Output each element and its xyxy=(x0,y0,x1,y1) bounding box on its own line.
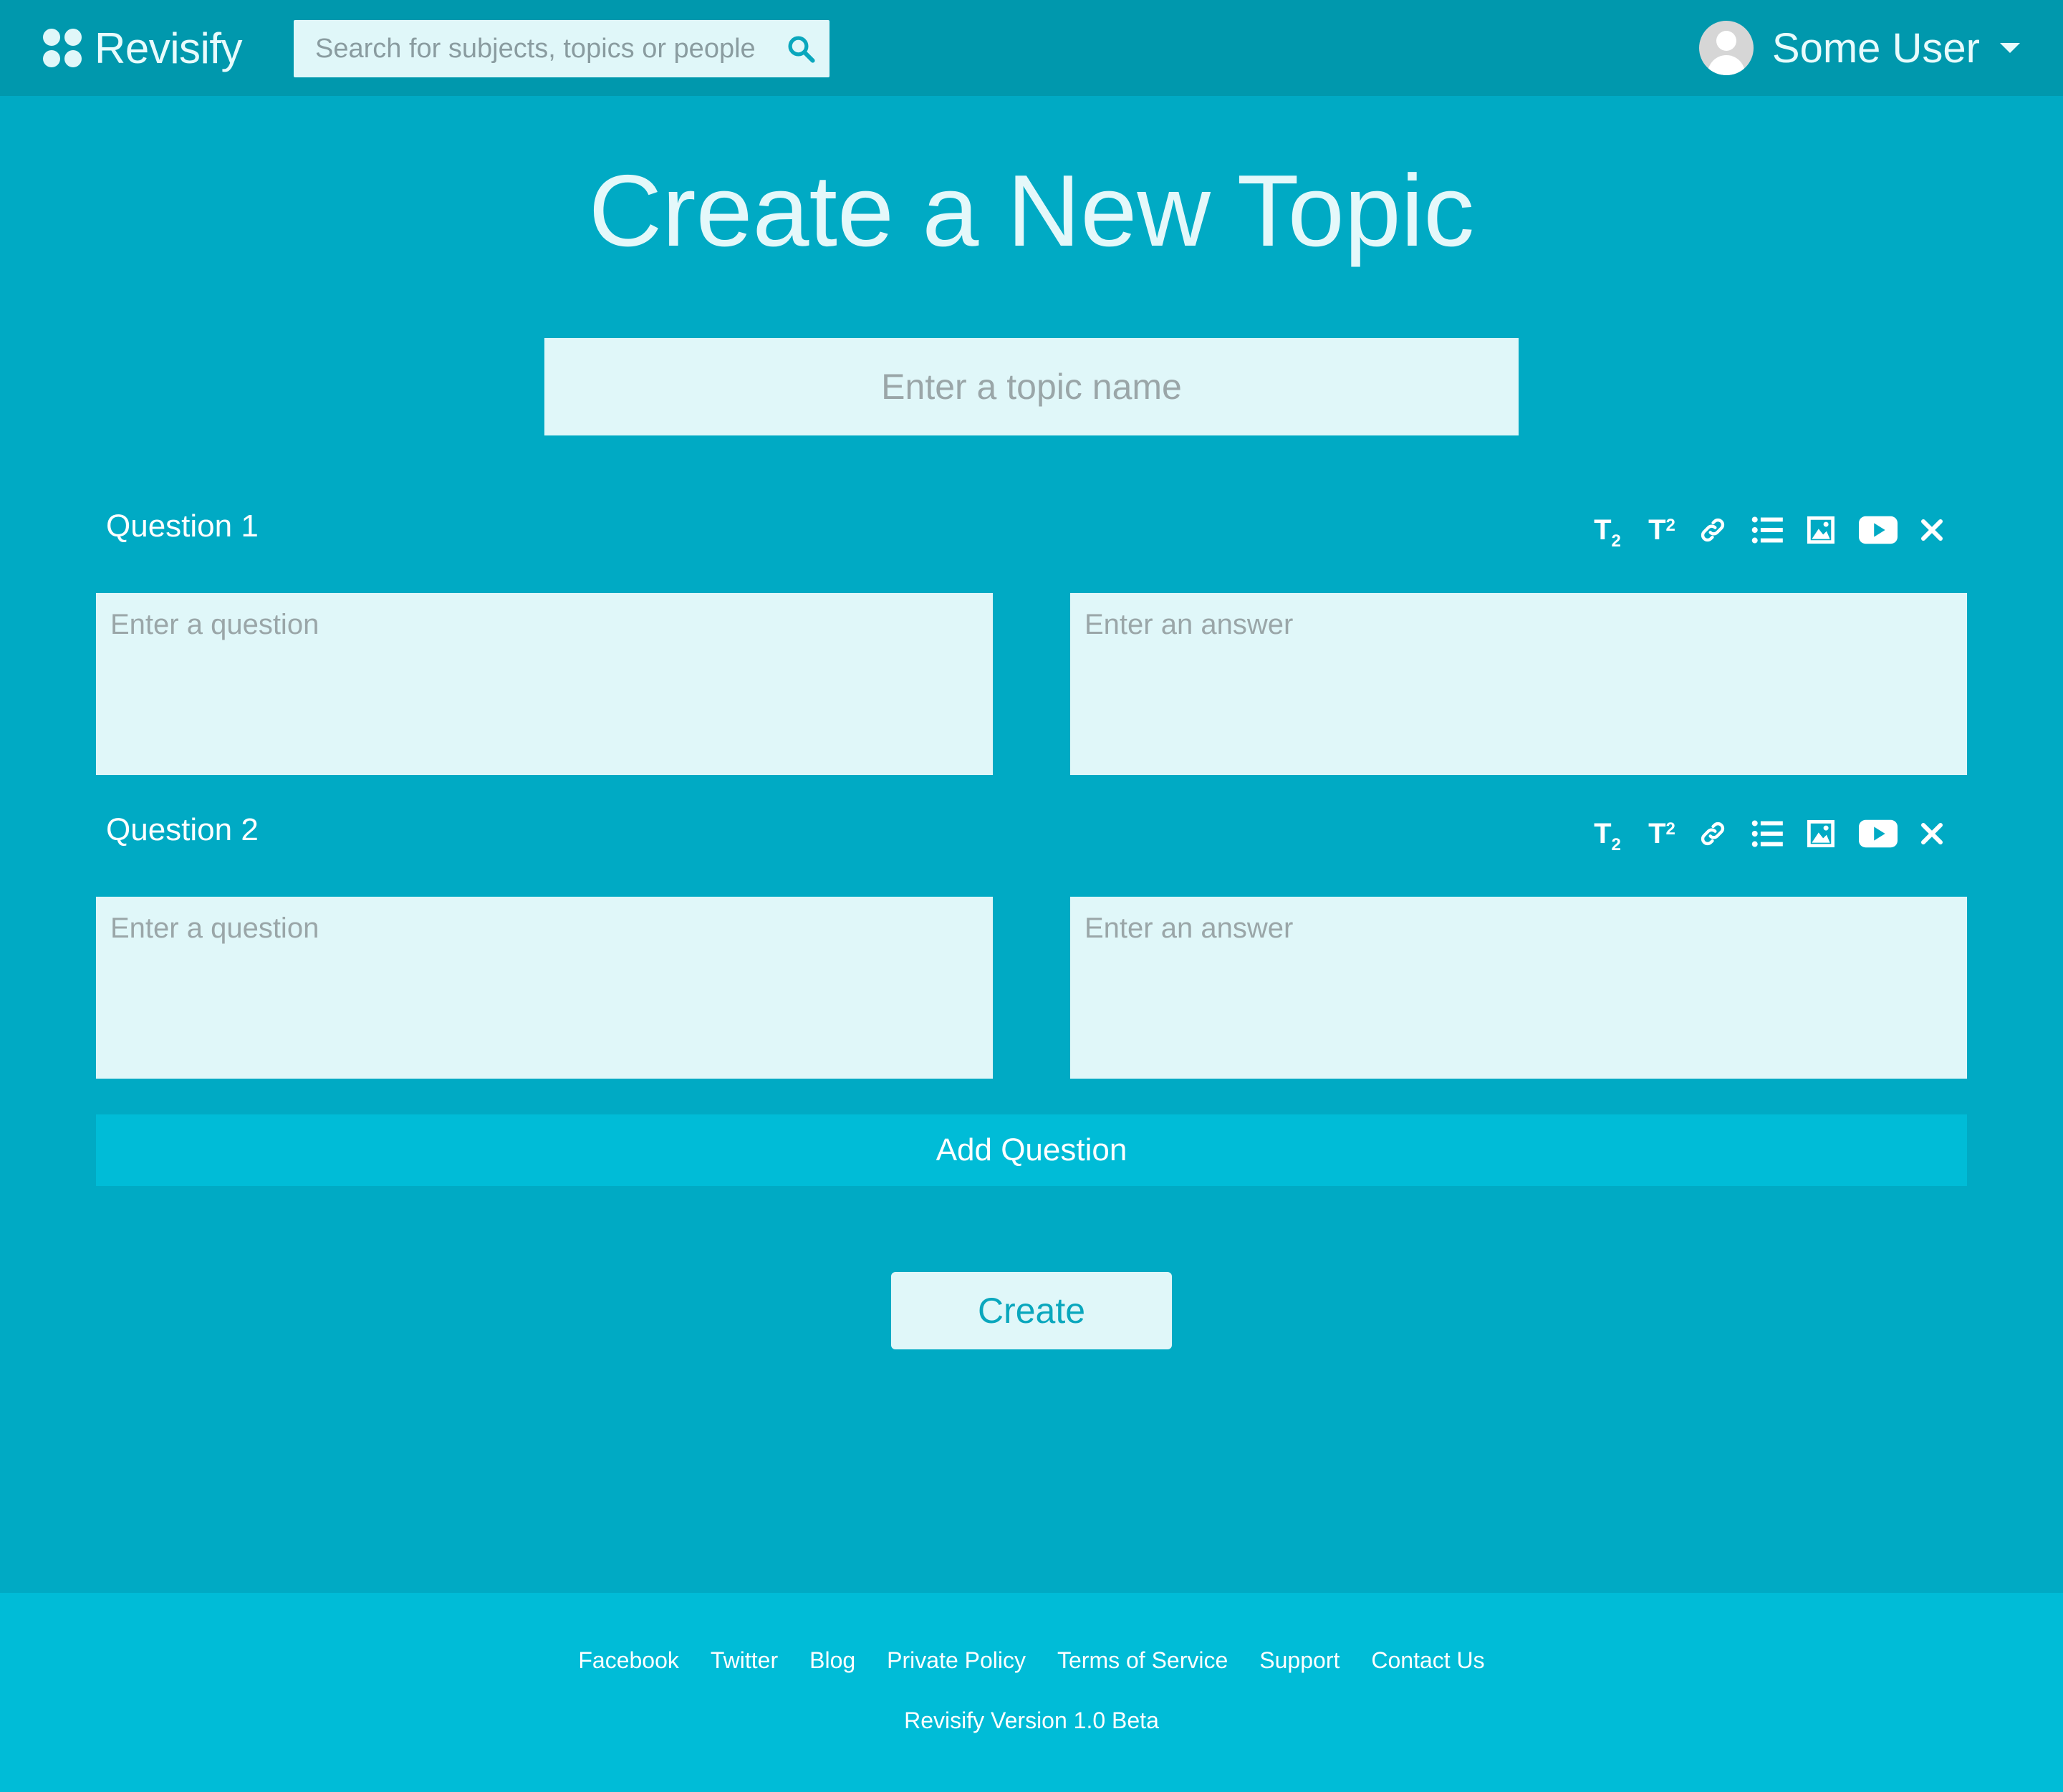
superscript-button[interactable]: T2 xyxy=(1642,510,1682,550)
list-button[interactable] xyxy=(1751,814,1784,854)
subscript-button[interactable]: T2 xyxy=(1587,814,1627,854)
link-button[interactable] xyxy=(1696,814,1729,854)
question-label: Question 1 xyxy=(106,509,259,544)
footer-link-support[interactable]: Support xyxy=(1259,1647,1340,1674)
user-menu[interactable]: Some User xyxy=(1698,20,2020,76)
create-button[interactable]: Create xyxy=(891,1272,1172,1349)
footer-links: Facebook Twitter Blog Private Policy Ter… xyxy=(0,1647,2063,1674)
superscript-icon: T2 xyxy=(1648,514,1675,546)
subscript-icon: T2 xyxy=(1594,514,1621,551)
close-icon xyxy=(1921,823,1943,844)
video-icon xyxy=(1859,516,1898,544)
list-button[interactable] xyxy=(1751,510,1784,550)
brand-logo[interactable]: Revisify xyxy=(42,20,243,76)
subscript-icon: T2 xyxy=(1594,817,1621,854)
list-icon xyxy=(1751,820,1783,847)
link-button[interactable] xyxy=(1696,510,1729,550)
avatar xyxy=(1698,21,1754,75)
image-icon xyxy=(1807,516,1834,544)
brand-name: Revisify xyxy=(95,24,243,72)
search-icon xyxy=(788,36,815,63)
question-label: Question 2 xyxy=(106,812,259,847)
search-bar xyxy=(294,20,829,77)
superscript-icon: T2 xyxy=(1648,817,1675,849)
footer: Facebook Twitter Blog Private Policy Ter… xyxy=(0,1593,2063,1792)
video-button[interactable] xyxy=(1858,510,1898,550)
question-toolbar: T2 T2 xyxy=(1587,814,1948,854)
list-icon xyxy=(1751,516,1783,544)
image-button[interactable] xyxy=(1805,814,1837,854)
footer-link-terms[interactable]: Terms of Service xyxy=(1057,1647,1228,1674)
logo-dots-icon xyxy=(42,27,83,69)
remove-question-button[interactable] xyxy=(1915,814,1948,854)
footer-link-contact[interactable]: Contact Us xyxy=(1371,1647,1484,1674)
user-name: Some User xyxy=(1771,24,1980,72)
question-field[interactable] xyxy=(96,897,993,1079)
image-icon xyxy=(1807,820,1834,847)
link-icon xyxy=(1701,822,1725,846)
question-toolbar: T2 T2 xyxy=(1587,510,1948,551)
close-icon xyxy=(1921,519,1943,541)
top-navbar: Revisify Some User xyxy=(0,0,2063,96)
footer-link-privacy[interactable]: Private Policy xyxy=(887,1647,1026,1674)
video-icon xyxy=(1859,819,1898,848)
search-input[interactable] xyxy=(294,20,766,77)
version-text: Revisify Version 1.0 Beta xyxy=(904,1707,1159,1733)
chevron-down-icon xyxy=(2000,43,2020,53)
page-title: Create a New Topic xyxy=(588,154,1475,268)
footer-link-blog[interactable]: Blog xyxy=(809,1647,855,1674)
remove-question-button[interactable] xyxy=(1915,510,1948,550)
question-field[interactable] xyxy=(96,593,993,775)
answer-field[interactable] xyxy=(1070,897,1967,1079)
add-question-button[interactable]: Add Question xyxy=(96,1114,1967,1186)
image-button[interactable] xyxy=(1805,510,1837,550)
search-button[interactable] xyxy=(782,30,819,67)
footer-link-facebook[interactable]: Facebook xyxy=(578,1647,679,1674)
answer-field[interactable] xyxy=(1070,593,1967,775)
topic-name-input[interactable] xyxy=(544,338,1519,435)
superscript-button[interactable]: T2 xyxy=(1642,814,1682,854)
footer-link-twitter[interactable]: Twitter xyxy=(711,1647,778,1674)
video-button[interactable] xyxy=(1858,814,1898,854)
subscript-button[interactable]: T2 xyxy=(1587,510,1627,551)
link-icon xyxy=(1701,518,1725,542)
